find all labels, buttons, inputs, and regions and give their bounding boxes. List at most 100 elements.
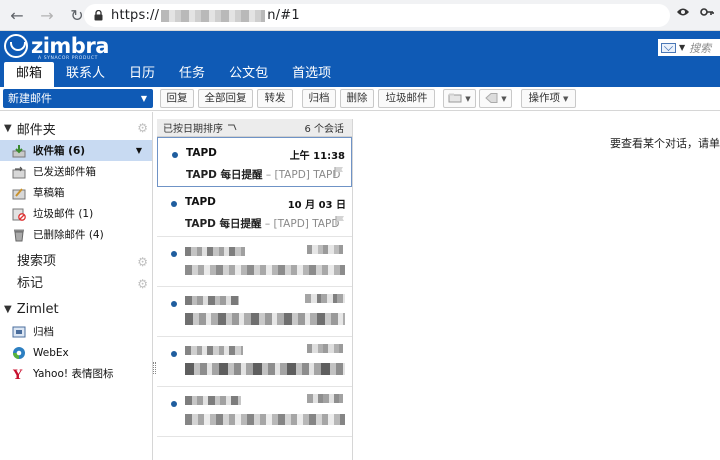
tab-contacts[interactable]: 联系人 bbox=[54, 62, 117, 87]
zimlets-header[interactable]: ▼ Zimlet bbox=[0, 297, 152, 321]
trash-icon bbox=[14, 229, 24, 241]
folder-label: 草稿箱 bbox=[33, 187, 65, 199]
search-box[interactable]: ▼ 搜索 bbox=[658, 39, 720, 56]
folder-sent[interactable]: 已发送邮件箱 bbox=[0, 161, 152, 182]
address-bar[interactable]: https:// n/#1 bbox=[84, 4, 670, 27]
chevron-down-icon[interactable]: ▼ bbox=[136, 146, 142, 155]
new-mail-label: 新建邮件 bbox=[8, 92, 52, 105]
chevron-down-icon[interactable]: ▼ bbox=[141, 89, 147, 108]
message-subject: TAPD 每日提醒 – [TAPD] TAPD bbox=[186, 167, 340, 182]
zimbra-logo[interactable]: zimbra A SYNACOR PRODUCT bbox=[4, 34, 109, 61]
folder-junk[interactable]: 垃圾邮件 (1) bbox=[0, 203, 152, 224]
collapse-triangle-icon[interactable]: ▼ bbox=[4, 123, 12, 134]
gear-icon[interactable]: ⚙ bbox=[137, 121, 148, 135]
list-item-redacted[interactable] bbox=[157, 237, 352, 287]
zimlet-archive[interactable]: 归档 bbox=[0, 321, 152, 342]
subject-text: TAPD 每日提醒 bbox=[185, 218, 262, 230]
list-item-redacted[interactable] bbox=[157, 337, 352, 387]
archive-icon bbox=[12, 326, 26, 337]
message-sender: TAPD bbox=[185, 196, 216, 208]
tab-calendar[interactable]: 日历 bbox=[117, 62, 167, 87]
list-item-redacted[interactable] bbox=[157, 387, 352, 437]
tag-button[interactable]: ▼ bbox=[479, 89, 512, 108]
redacted-sender bbox=[185, 396, 241, 405]
zimlets-title: Zimlet bbox=[16, 301, 59, 317]
zimlet-yahoo-emoticons[interactable]: Y Yahoo! 表情图标 bbox=[0, 363, 152, 384]
pane-splitter[interactable] bbox=[153, 362, 156, 374]
search-input[interactable]: 搜索 bbox=[689, 40, 711, 56]
collapse-triangle-icon[interactable]: ▼ bbox=[4, 304, 12, 315]
unread-dot-icon[interactable] bbox=[171, 251, 177, 257]
forward-icon[interactable]: → bbox=[36, 4, 58, 26]
actions-label: 操作项 bbox=[528, 92, 561, 104]
move-button[interactable]: ▼ bbox=[443, 89, 476, 108]
tab-preferences[interactable]: 首选项 bbox=[280, 62, 343, 87]
tab-briefcase[interactable]: 公文包 bbox=[217, 62, 280, 87]
unread-dot-icon[interactable] bbox=[171, 351, 177, 357]
zimlet-label: Yahoo! 表情图标 bbox=[33, 368, 114, 380]
webex-icon bbox=[13, 346, 25, 359]
mail-search-scope-icon[interactable] bbox=[661, 42, 676, 53]
flag-icon[interactable] bbox=[335, 215, 345, 226]
sort-arrow-icon[interactable] bbox=[227, 124, 237, 132]
reply-button[interactable]: 回复 bbox=[160, 89, 194, 108]
flag-icon[interactable] bbox=[334, 166, 344, 177]
delete-button[interactable]: 删除 bbox=[340, 89, 374, 108]
folder-trash[interactable]: 已删除邮件 (4) bbox=[0, 224, 152, 245]
forward-button[interactable]: 转发 bbox=[257, 89, 293, 108]
folder-label: 已发送邮件箱 bbox=[33, 166, 96, 178]
new-mail-button[interactable]: 新建邮件 ▼ bbox=[3, 89, 153, 108]
folder-drafts[interactable]: 草稿箱 bbox=[0, 182, 152, 203]
sort-by-date-button[interactable]: 已按日期排序 bbox=[163, 120, 223, 135]
reply-all-button[interactable]: 全部回复 bbox=[198, 89, 253, 108]
yahoo-icon: Y bbox=[12, 368, 23, 381]
junk-icon bbox=[12, 208, 26, 221]
redacted-subject bbox=[185, 313, 345, 325]
folder-move-icon bbox=[448, 93, 462, 103]
tags-title: 标记 bbox=[17, 276, 44, 291]
actions-button[interactable]: 操作项 ▼ bbox=[521, 89, 576, 108]
chevron-down-icon[interactable]: ▼ bbox=[501, 95, 506, 103]
spam-button[interactable]: 垃圾邮件 bbox=[378, 89, 435, 108]
unread-dot-icon[interactable] bbox=[171, 201, 177, 207]
app-tabs: 邮箱 联系人 日历 任务 公文包 首选项 bbox=[0, 62, 720, 87]
key-icon[interactable] bbox=[700, 7, 714, 17]
tab-mail[interactable]: 邮箱 bbox=[4, 62, 55, 87]
back-icon[interactable]: ← bbox=[6, 4, 28, 26]
browser-toolbar: ← → ↻ https://n/#1 bbox=[0, 0, 720, 31]
zimlet-webex[interactable]: WebEx bbox=[0, 342, 152, 363]
archive-button[interactable]: 归档 bbox=[302, 89, 336, 108]
chevron-down-icon[interactable]: ▼ bbox=[563, 95, 568, 103]
searches-header[interactable]: 搜索项 ⚙ bbox=[0, 251, 152, 273]
gear-icon[interactable]: ⚙ bbox=[137, 251, 148, 273]
url-prefix: https:// bbox=[111, 8, 160, 23]
list-item[interactable]: TAPD 上午 11:38 TAPD 每日提醒 – [TAPD] TAPD bbox=[157, 137, 352, 187]
inbox-icon bbox=[12, 144, 26, 157]
mail-folders-title: 邮件夹 bbox=[16, 122, 56, 138]
unread-dot-icon[interactable] bbox=[171, 401, 177, 407]
redacted-date bbox=[307, 344, 343, 353]
tags-header[interactable]: 标记 ⚙ bbox=[0, 273, 152, 295]
list-item-redacted[interactable] bbox=[157, 287, 352, 337]
mail-toolbar: 新建邮件 ▼ 回复 全部回复 转发 归档 删除 垃圾邮件 ▼ ▼ 操作项 ▼ bbox=[0, 87, 720, 111]
message-fragment: – [TAPD] TAPD bbox=[264, 218, 340, 230]
chevron-down-icon[interactable]: ▼ bbox=[465, 95, 470, 103]
redacted-date bbox=[307, 245, 343, 254]
list-header: 已按日期排序 6 个会话 bbox=[157, 119, 352, 137]
zimlet-label: 归档 bbox=[33, 326, 54, 338]
unread-dot-icon[interactable] bbox=[171, 301, 177, 307]
list-item[interactable]: TAPD 10 月 03 日 TAPD 每日提醒 – [TAPD] TAPD bbox=[157, 187, 352, 237]
redacted-sender bbox=[185, 296, 239, 305]
mail-folders-header[interactable]: ▼ 邮件夹 ⚙ bbox=[0, 116, 152, 140]
gear-icon[interactable]: ⚙ bbox=[137, 273, 148, 295]
logo-mark-icon bbox=[4, 34, 28, 58]
unread-dot-icon[interactable] bbox=[172, 152, 178, 158]
tab-tasks[interactable]: 任务 bbox=[167, 62, 217, 87]
eye-icon[interactable] bbox=[676, 7, 690, 17]
reading-pane: 要查看某个对话，请单 bbox=[354, 119, 720, 460]
folder-inbox[interactable]: 收件箱 (6) ▼ bbox=[0, 140, 152, 161]
folder-label: 垃圾邮件 (1) bbox=[33, 208, 94, 220]
message-date: 上午 11:38 bbox=[289, 151, 345, 162]
message-fragment: – [TAPD] TAPD bbox=[265, 169, 341, 181]
chevron-down-icon[interactable]: ▼ bbox=[679, 43, 685, 52]
